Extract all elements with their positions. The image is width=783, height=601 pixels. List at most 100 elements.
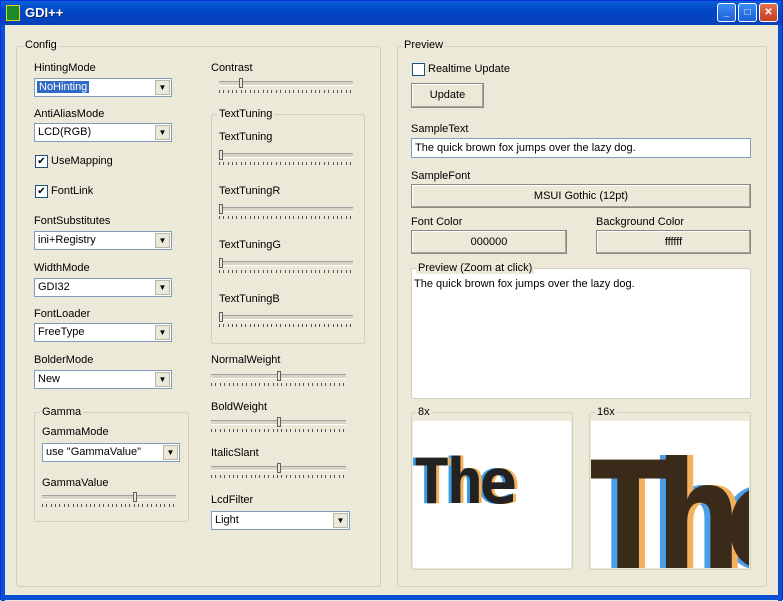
zoom-8x-glyphs: The [413,445,517,518]
preview-box-text: The quick brown fox jumps over the lazy … [414,278,635,290]
title-bar[interactable]: GDI++ _ □ ✕ [1,1,782,25]
chevron-down-icon[interactable]: ▼ [155,125,170,140]
width-mode-label: WidthMode [34,262,90,274]
font-loader-select[interactable]: FreeType ▼ [34,323,172,342]
slider-ticks [219,162,353,165]
zoom-16x-label: 16x [595,406,617,418]
chevron-down-icon[interactable]: ▼ [155,280,170,295]
slider-track[interactable] [219,153,353,158]
slider-thumb[interactable] [277,417,281,427]
slider-ticks [219,90,353,93]
chevron-down-icon[interactable]: ▼ [155,80,170,95]
slider-ticks [219,270,353,273]
font-color-label: Font Color [411,216,463,228]
slider-ticks [42,504,176,507]
realtime-update-checkbox[interactable] [412,63,425,76]
update-button[interactable]: Update [411,83,484,108]
slider-ticks [211,429,346,432]
text-tuning-slider[interactable] [219,149,353,165]
sample-text-input[interactable]: The quick brown fox jumps over the lazy … [411,138,751,158]
slider-ticks [219,324,353,327]
zoom-8x-view[interactable]: The [413,421,571,568]
hinting-mode-select[interactable]: NoHinting ▼ [34,78,172,97]
close-button[interactable]: ✕ [759,3,778,22]
background-color-button[interactable]: ffffff [596,230,751,254]
preview-group-label: Preview [402,39,446,51]
sample-text-label: SampleText [411,123,469,135]
bolder-mode-label: BolderMode [34,354,94,366]
background-color-label: Background Color [596,216,685,228]
contrast-slider[interactable] [219,77,353,93]
zoom-8x-label: 8x [416,406,432,418]
text-tuning-r-label: TextTuningR [219,185,281,197]
slider-track[interactable] [219,261,353,266]
slider-thumb[interactable] [219,312,223,322]
slider-thumb[interactable] [239,78,243,88]
text-tuning-b-slider[interactable] [219,311,353,327]
frame-left [1,25,5,601]
chevron-down-icon[interactable]: ▼ [163,445,178,460]
realtime-update-label: Realtime Update [428,63,510,75]
gamma-mode-label: GammaMode [42,426,109,438]
frame-right [778,25,782,601]
gamma-value-label: GammaValue [42,477,109,489]
zoom-16x-view[interactable]: The [591,421,749,568]
font-color-button[interactable]: 000000 [411,230,567,254]
antialias-mode-select[interactable]: LCD(RGB) ▼ [34,123,172,142]
slider-thumb[interactable] [277,463,281,473]
normal-weight-label: NormalWeight [211,354,281,366]
slider-ticks [219,216,353,219]
font-link-label: FontLink [51,185,94,197]
slider-thumb[interactable] [219,150,223,160]
lcd-filter-select[interactable]: Light ▼ [211,511,350,530]
use-mapping-checkbox[interactable]: ✔ [35,155,48,168]
sample-font-button[interactable]: MSUI Gothic (12pt) [411,184,751,208]
italic-slant-label: ItalicSlant [211,447,259,459]
chevron-down-icon[interactable]: ▼ [155,233,170,248]
font-substitutes-select[interactable]: ini+Registry ▼ [34,231,172,250]
bold-weight-slider[interactable] [211,416,346,432]
gamma-group-label: Gamma [40,406,84,418]
chevron-down-icon[interactable]: ▼ [333,513,348,528]
minimize-button[interactable]: _ [717,3,736,22]
text-tuning-g-slider[interactable] [219,257,353,273]
slider-thumb[interactable] [219,258,223,268]
slider-ticks [211,383,346,386]
maximize-button[interactable]: □ [738,3,757,22]
config-group-label: Config [23,39,59,51]
use-mapping-label: UseMapping [51,155,113,167]
italic-slant-slider[interactable] [211,462,346,478]
slider-ticks [211,475,346,478]
text-tuning-r-slider[interactable] [219,203,353,219]
sample-font-label: SampleFont [411,170,471,182]
slider-thumb[interactable] [133,492,137,502]
lcd-filter-label: LcdFilter [211,494,254,506]
gamma-mode-select[interactable]: use "GammaValue" ▼ [42,443,180,462]
font-loader-label: FontLoader [34,308,91,320]
zoom-16x-glyphs: The [591,431,749,568]
preview-box-label: Preview (Zoom at click) [416,262,535,274]
slider-thumb[interactable] [277,371,281,381]
window-title: GDI++ [25,5,64,20]
main-window: GDI++ _ □ ✕ Config HintingMode NoHinting… [0,0,783,601]
font-link-checkbox[interactable]: ✔ [35,185,48,198]
width-mode-select[interactable]: GDI32 ▼ [34,278,172,297]
chevron-down-icon[interactable]: ▼ [155,372,170,387]
normal-weight-slider[interactable] [211,370,346,386]
text-tuning-label: TextTuning [219,131,273,143]
slider-track[interactable] [219,315,353,320]
app-icon [6,5,20,21]
slider-track[interactable] [219,207,353,212]
bolder-mode-select[interactable]: New ▼ [34,370,172,389]
slider-thumb[interactable] [219,204,223,214]
bold-weight-label: BoldWeight [211,401,268,413]
text-tuning-group-label: TextTuning [217,108,275,120]
contrast-label: Contrast [211,62,253,74]
antialias-mode-label: AntiAliasMode [34,108,105,120]
chevron-down-icon[interactable]: ▼ [155,325,170,340]
sample-text-value: The quick brown fox jumps over the lazy … [415,142,636,154]
hinting-mode-label: HintingMode [34,62,96,74]
gamma-value-slider[interactable] [42,491,176,507]
slider-track[interactable] [42,495,176,500]
font-substitutes-label: FontSubstitutes [34,215,111,227]
